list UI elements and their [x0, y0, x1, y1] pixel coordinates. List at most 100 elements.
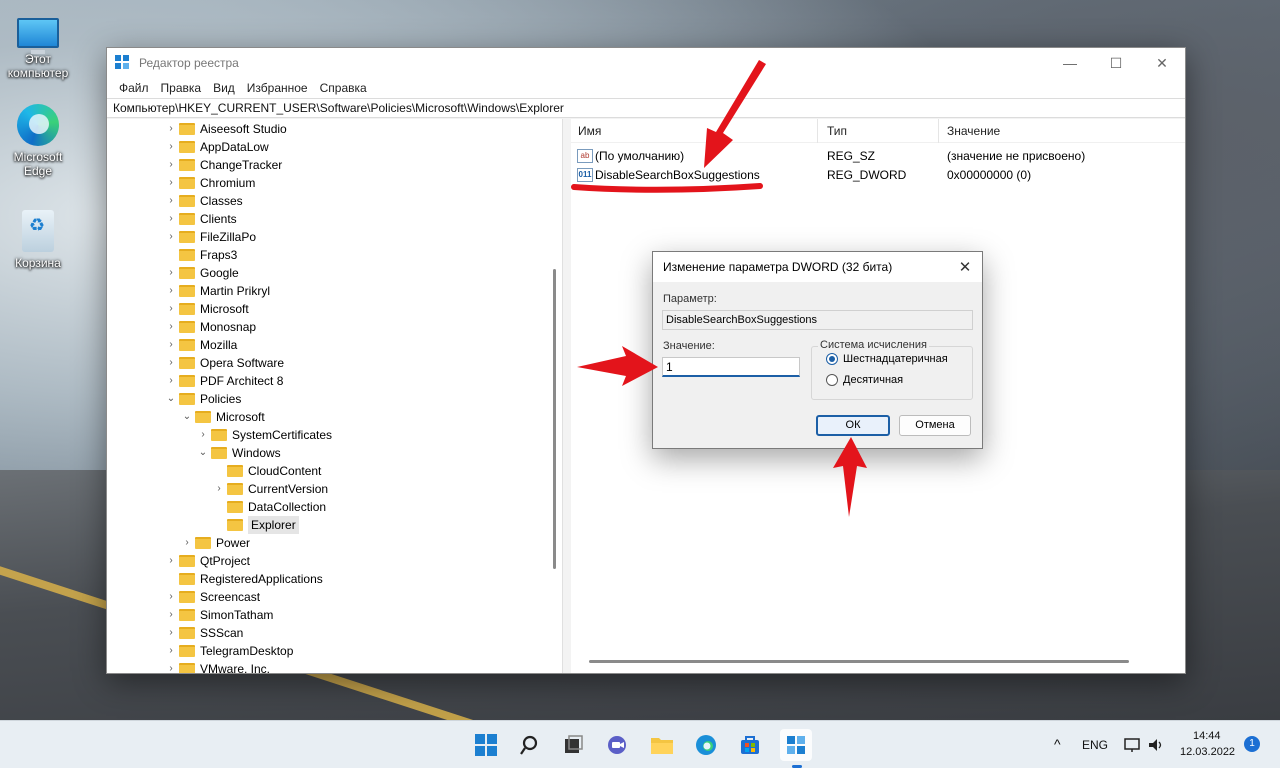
clock-time[interactable]: 14:44	[1193, 730, 1221, 742]
chevron-down-icon[interactable]: ⌄	[165, 390, 177, 408]
maximize-button[interactable]: ☐	[1093, 48, 1139, 78]
tree-item[interactable]: › ChangeTracker	[165, 156, 282, 174]
regedit-taskbar-button[interactable]	[780, 729, 812, 761]
desktop-icon-edge[interactable]: Microsoft Edge	[1, 104, 75, 178]
column-header-value[interactable]: Значение	[947, 124, 1000, 138]
list-row[interactable]: ab (По умолчанию) REG_SZ (значение не пр…	[571, 147, 1185, 166]
column-divider[interactable]	[817, 119, 818, 143]
close-button[interactable]: ✕	[1139, 48, 1185, 78]
chevron-right-icon[interactable]: ›	[165, 174, 177, 192]
chevron-down-icon[interactable]: ⌄	[197, 444, 209, 462]
file-explorer-button[interactable]	[646, 729, 678, 761]
tree-item[interactable]: RegisteredApplications	[165, 570, 323, 588]
tree-item[interactable]: › Monosnap	[165, 318, 256, 336]
chevron-right-icon[interactable]: ›	[165, 318, 177, 336]
tree-item[interactable]: › Classes	[165, 192, 242, 210]
chevron-right-icon[interactable]: ›	[165, 336, 177, 354]
chevron-right-icon[interactable]: ›	[165, 192, 177, 210]
menu-favorites[interactable]: Избранное	[241, 81, 314, 95]
chevron-down-icon[interactable]: ⌄	[181, 408, 193, 426]
tray-overflow-icon[interactable]: ^	[1054, 736, 1061, 752]
column-divider[interactable]	[938, 119, 939, 143]
column-header-name[interactable]: Имя	[578, 124, 601, 138]
tree-item[interactable]: CloudContent	[213, 462, 321, 480]
radio-hex[interactable]: Шестнадцатеричная	[826, 353, 948, 365]
chevron-right-icon[interactable]: ›	[165, 354, 177, 372]
tree-item[interactable]: › SimonTatham	[165, 606, 273, 624]
tree-item[interactable]: › VMware, Inc.	[165, 660, 270, 673]
language-indicator[interactable]: ENG	[1082, 738, 1108, 752]
menu-view[interactable]: Вид	[207, 81, 241, 95]
vertical-scrollbar[interactable]	[553, 269, 556, 569]
radio-decimal[interactable]: Десятичная	[826, 374, 903, 386]
chevron-right-icon[interactable]: ›	[165, 588, 177, 606]
chevron-right-icon[interactable]: ›	[165, 282, 177, 300]
tree-item[interactable]: ⌄ Policies	[165, 390, 242, 408]
menu-file[interactable]: Файл	[113, 81, 155, 95]
list-row[interactable]: 011 DisableSearchBoxSuggestions REG_DWOR…	[571, 166, 1185, 185]
tree-item[interactable]: › Power	[181, 534, 250, 552]
tree-item[interactable]: › CurrentVersion	[213, 480, 328, 498]
tree-item[interactable]: Explorer	[213, 516, 299, 534]
network-icon[interactable]	[1124, 736, 1142, 757]
start-button[interactable]	[470, 729, 502, 761]
chevron-right-icon[interactable]: ›	[165, 120, 177, 138]
chevron-right-icon[interactable]: ›	[165, 300, 177, 318]
volume-icon[interactable]	[1147, 736, 1165, 757]
tree-item[interactable]: Fraps3	[165, 246, 237, 264]
tree-item[interactable]: › Martin Prikryl	[165, 282, 270, 300]
chevron-right-icon[interactable]: ›	[165, 264, 177, 282]
chevron-right-icon[interactable]: ›	[213, 480, 225, 498]
tree-item[interactable]: DataCollection	[213, 498, 326, 516]
tree-item[interactable]: › FileZillaPo	[165, 228, 256, 246]
tree-item[interactable]: ⌄ Windows	[197, 444, 281, 462]
task-view-button[interactable]	[557, 729, 589, 761]
tree-item[interactable]: › QtProject	[165, 552, 250, 570]
chevron-right-icon[interactable]: ›	[165, 138, 177, 156]
notification-badge[interactable]: 1	[1244, 736, 1260, 752]
desktop-icon-recycle-bin[interactable]: Корзина	[1, 210, 75, 270]
tree-item[interactable]: › Google	[165, 264, 238, 282]
cancel-button[interactable]: Отмена	[899, 415, 971, 436]
tree-item[interactable]: › Opera Software	[165, 354, 284, 372]
menu-help[interactable]: Справка	[314, 81, 373, 95]
window-titlebar[interactable]: Редактор реестра — ☐ ✕	[107, 48, 1185, 78]
chevron-right-icon[interactable]: ›	[181, 534, 193, 552]
edge-button[interactable]	[690, 729, 722, 761]
menu-edit[interactable]: Правка	[155, 81, 208, 95]
chevron-right-icon[interactable]: ›	[165, 372, 177, 390]
clock-date[interactable]: 12.03.2022	[1180, 746, 1235, 758]
tree-item[interactable]: › SystemCertificates	[197, 426, 332, 444]
minimize-button[interactable]: —	[1047, 48, 1093, 78]
tree-item[interactable]: › Screencast	[165, 588, 260, 606]
chat-button[interactable]	[601, 729, 633, 761]
chevron-right-icon[interactable]: ›	[165, 228, 177, 246]
tree-item[interactable]: › TelegramDesktop	[165, 642, 293, 660]
search-button[interactable]	[515, 729, 547, 761]
tree-item[interactable]: › Mozilla	[165, 336, 237, 354]
chevron-right-icon[interactable]: ›	[165, 660, 177, 673]
chevron-right-icon[interactable]: ›	[165, 210, 177, 228]
value-input[interactable]: 1	[662, 357, 800, 377]
tree-item[interactable]: › Clients	[165, 210, 236, 228]
dialog-close-icon[interactable]: ✕	[948, 258, 982, 276]
dialog-titlebar[interactable]: Изменение параметра DWORD (32 бита) ✕	[653, 252, 982, 282]
pane-splitter[interactable]	[563, 119, 571, 673]
chevron-right-icon[interactable]: ›	[165, 642, 177, 660]
desktop-icon-this-pc[interactable]: Этот компьютер	[1, 10, 75, 80]
chevron-right-icon[interactable]: ›	[165, 156, 177, 174]
tree-item[interactable]: › Microsoft	[165, 300, 248, 318]
chevron-right-icon[interactable]: ›	[165, 624, 177, 642]
chevron-right-icon[interactable]: ›	[165, 552, 177, 570]
tree-item[interactable]: › Aiseesoft Studio	[165, 120, 286, 138]
chevron-right-icon[interactable]: ›	[165, 606, 177, 624]
column-header-type[interactable]: Тип	[827, 124, 847, 138]
address-bar[interactable]: Компьютер\HKEY_CURRENT_USER\Software\Pol…	[107, 98, 1185, 118]
tree-item[interactable]: ⌄ Microsoft	[181, 408, 265, 426]
chevron-right-icon[interactable]: ›	[197, 426, 209, 444]
tree-item[interactable]: › AppDataLow	[165, 138, 268, 156]
horizontal-scrollbar[interactable]	[589, 660, 1129, 663]
tree-item[interactable]: › Chromium	[165, 174, 255, 192]
tree-item[interactable]: › PDF Architect 8	[165, 372, 283, 390]
tree-item[interactable]: › SSScan	[165, 624, 243, 642]
